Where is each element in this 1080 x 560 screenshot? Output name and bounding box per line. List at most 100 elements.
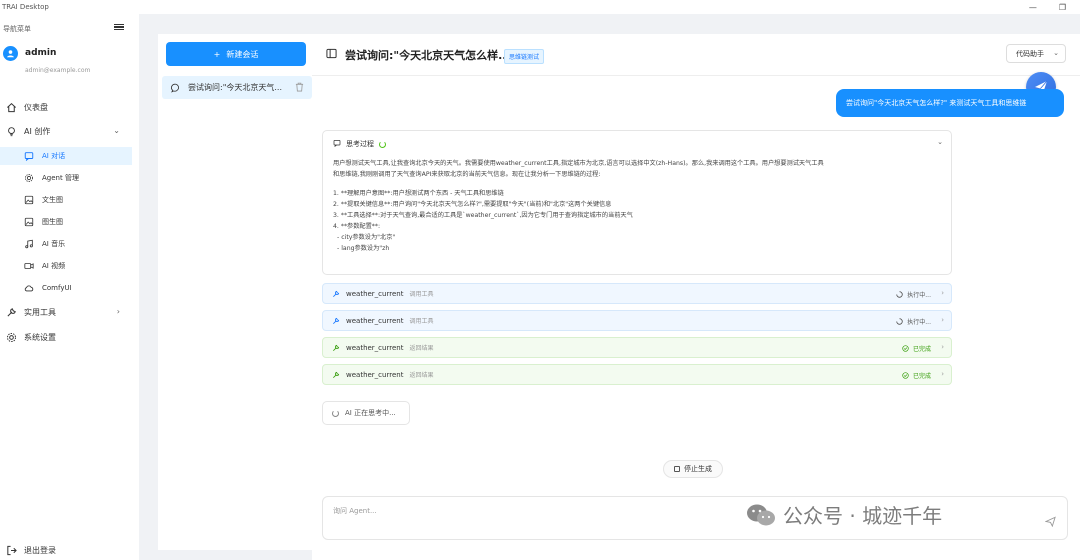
chevron-right-icon: › (116, 307, 120, 316)
plus-icon: + (213, 49, 221, 59)
thinking-label: 思考过程 (346, 140, 374, 148)
thinking-content: 用户想测试天气工具,让我查询北京今天的天气。我需要使用weather_curre… (333, 158, 945, 254)
tool-icon (332, 344, 340, 352)
sidebar-item-label: 仪表盘 (24, 102, 48, 112)
sidebar-item-ai-create[interactable]: AI 创作 ⌄ (0, 122, 132, 140)
sidebar-header: 导航菜单 (3, 25, 31, 33)
tool-status-label: 已完成 (912, 346, 931, 353)
ai-status: AI 正在思考中... (322, 401, 410, 425)
tool-status-label: 执行中... (907, 319, 931, 326)
mode-badge: 思维链测试 (504, 49, 545, 64)
tool-icon (332, 317, 340, 325)
menu-toggle-icon[interactable] (114, 22, 124, 32)
home-icon (5, 101, 17, 113)
thinking-paragraph: 和思维链,我刚刚调用了天气查询API来获取北京的当前天气信息。现在让我分析一下思… (333, 171, 601, 178)
sidebar-item-label: 图生图 (42, 218, 63, 226)
user-name: admin (25, 48, 57, 58)
sidebar-item-label: AI 对话 (42, 152, 66, 160)
chevron-right-icon: › (941, 370, 944, 378)
sidebar-item-ai-chat[interactable]: AI 对话 (0, 147, 132, 165)
loading-icon (896, 318, 903, 325)
chevron-right-icon: › (941, 343, 944, 351)
stop-icon (674, 466, 680, 472)
delete-icon[interactable] (295, 82, 304, 92)
agent-select[interactable]: 代码助手 ⌄ (1006, 44, 1066, 63)
tool-name: weather_current (346, 343, 404, 352)
tool-status: 已完成 (902, 344, 931, 353)
music-icon (23, 238, 35, 250)
loading-icon (379, 140, 386, 148)
tool-result-row[interactable]: weather_current 返回结果 已完成 › (322, 337, 952, 358)
chevron-right-icon: › (941, 316, 944, 324)
tool-status: 执行中... (896, 317, 931, 326)
thinking-step: 1. **理解用户意图**:用户想测试两个东西 - 天气工具和思维链 (333, 190, 504, 197)
chevron-down-icon[interactable]: ⌄ (937, 138, 943, 146)
thinking-paragraph: 用户想测试天气工具,让我查询北京今天的天气。我需要使用weather_curre… (333, 160, 824, 167)
chevron-down-icon: ⌄ (113, 126, 120, 135)
new-conversation-button[interactable]: + 新建会话 (166, 42, 306, 66)
user-email: admin@example.com (25, 67, 91, 74)
sidebar-item-label: AI 音乐 (42, 240, 66, 248)
chat-input-box (322, 496, 1068, 540)
thinking-step: 3. **工具选择**:对于天气查询,最合适的工具是`weather_curre… (333, 212, 633, 219)
thinking-panel: 思考过程 ⌄ 用户想测试天气工具,让我查询北京今天的天气。我需要使用weathe… (322, 130, 952, 275)
sidebar: 导航菜单 admin admin@example.com 仪表盘 AI 创作 ⌄… (0, 14, 139, 560)
sidebar-item-ai-video[interactable]: AI 视频 (0, 257, 132, 275)
cloud-icon (23, 282, 35, 294)
sidebar-item-agent[interactable]: Agent 管理 (0, 169, 132, 187)
watermark-text: 公众号 · 城迹千年 (783, 504, 943, 528)
minimize-icon[interactable]: — (1029, 3, 1037, 12)
loading-icon (896, 291, 903, 298)
agent-select-value: 代码助手 (1016, 49, 1044, 58)
tool-status: 已完成 (902, 371, 931, 380)
sidebar-item-text2img[interactable]: 文生图 (0, 191, 132, 209)
gear-icon (5, 331, 17, 343)
thinking-step: 2. **提取关键信息**:用户询问"今天北京天气怎么样?",需要提取"今天"(… (333, 201, 612, 208)
tool-call-row[interactable]: weather_current 调用工具 执行中... › (322, 310, 952, 331)
tool-type: 调用工具 (409, 318, 434, 325)
sidebar-item-label: 系统设置 (24, 332, 56, 342)
chat-header: 尝试询问:"今天北京天气怎么样... 思维链测试 代码助手 ⌄ (312, 34, 1080, 76)
tool-status-label: 执行中... (907, 292, 931, 299)
message-icon (333, 139, 341, 149)
tool-call-row[interactable]: weather_current 调用工具 执行中... › (322, 283, 952, 304)
user-message: 尝试询问"今天北京天气怎么样?" 来测试天气工具和思维链 (836, 89, 1064, 117)
tool-type: 返回结果 (409, 372, 434, 379)
conversation-item[interactable]: 尝试询问:"今天北京天气... (162, 76, 312, 99)
maximize-icon[interactable]: ❐ (1059, 3, 1066, 12)
sidebar-item-dashboard[interactable]: 仪表盘 (0, 98, 132, 116)
video-icon (23, 260, 35, 272)
stop-generation-button[interactable]: 停止生成 (663, 460, 723, 478)
gear-icon (23, 172, 35, 184)
logout-label: 退出登录 (24, 545, 56, 555)
thinking-header[interactable]: 思考过程 (333, 139, 386, 149)
thinking-step: - lang参数设为"zh (337, 245, 390, 252)
sidebar-toggle-icon[interactable] (326, 48, 337, 59)
sidebar-item-settings[interactable]: 系统设置 (0, 328, 132, 346)
tool-name: weather_current (346, 370, 404, 379)
loading-icon (332, 409, 339, 417)
thinking-step: 4. **参数配置**: (333, 223, 381, 230)
logout-button[interactable]: 退出登录 (0, 542, 56, 558)
avatar (3, 46, 18, 61)
tool-type: 返回结果 (409, 345, 434, 352)
tool-icon (332, 371, 340, 379)
logout-icon (5, 544, 17, 556)
tool-result-row[interactable]: weather_current 返回结果 已完成 › (322, 364, 952, 385)
tool-status: 执行中... (896, 290, 931, 299)
sidebar-item-label: Agent 管理 (42, 174, 79, 182)
send-icon[interactable] (1043, 514, 1057, 528)
image-icon (23, 194, 35, 206)
conversation-title: 尝试询问:"今天北京天气... (188, 83, 283, 92)
page-title: 尝试询问:"今天北京天气怎么样... (345, 49, 511, 62)
check-circle-icon (902, 345, 909, 352)
sidebar-item-img2img[interactable]: 图生图 (0, 213, 132, 231)
sidebar-item-comfyui[interactable]: ComfyUI (0, 279, 132, 297)
wrench-icon (5, 306, 17, 318)
tool-name: weather_current (346, 316, 404, 325)
sidebar-item-ai-music[interactable]: AI 音乐 (0, 235, 132, 253)
sidebar-item-tools[interactable]: 实用工具 › (0, 303, 132, 321)
sidebar-item-label: 实用工具 (24, 307, 56, 317)
chat-main: 尝试询问:"今天北京天气怎么样... 思维链测试 代码助手 ⌄ 尝试询问"今天北… (312, 34, 1080, 560)
tool-type: 调用工具 (409, 291, 434, 298)
